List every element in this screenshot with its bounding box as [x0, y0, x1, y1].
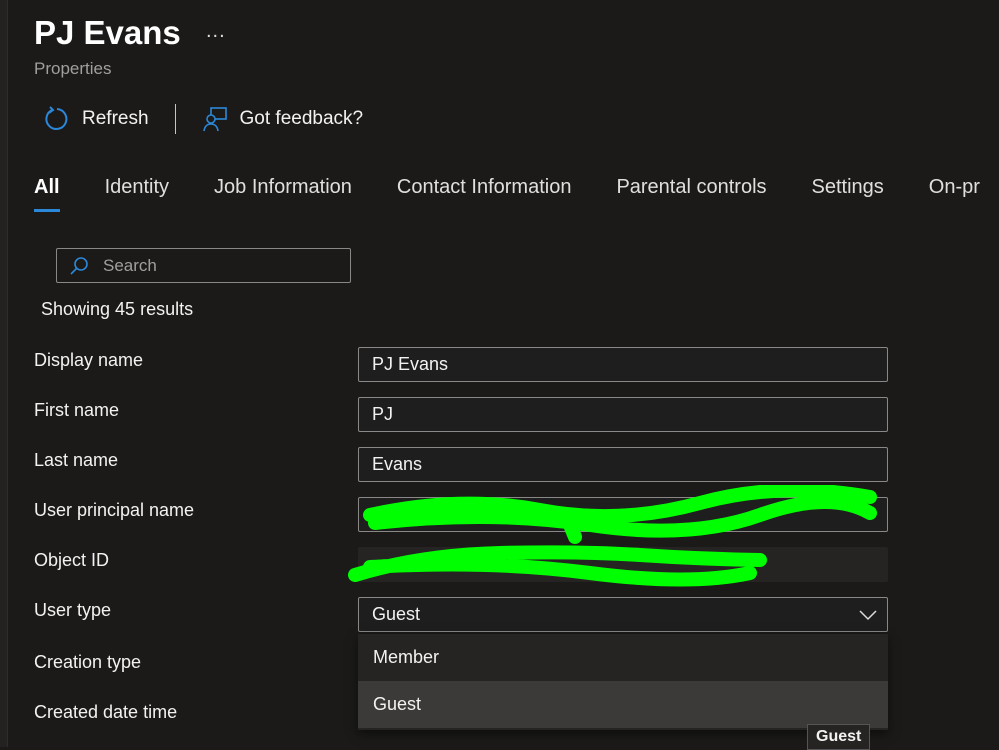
display-name-value: PJ Evans: [372, 354, 449, 374]
last-name-field[interactable]: Evans: [358, 447, 888, 482]
label-user-principal-name: User principal name: [34, 500, 195, 520]
tab-job-information[interactable]: Job Information: [214, 176, 352, 212]
tab-settings[interactable]: Settings: [812, 176, 884, 212]
tab-all[interactable]: All: [34, 176, 60, 212]
user-principal-name-field[interactable]: [358, 497, 888, 532]
chevron-down-icon: [859, 609, 877, 620]
feedback-label: Got feedback?: [239, 108, 364, 129]
user-type-dropdown[interactable]: Guest: [358, 597, 888, 632]
label-display-name: Display name: [34, 350, 144, 370]
label-last-name: Last name: [34, 450, 119, 470]
label-first-name: First name: [34, 400, 120, 420]
refresh-label: Refresh: [82, 108, 149, 129]
refresh-icon: [45, 106, 68, 130]
label-user-type: User type: [34, 600, 112, 620]
search-box[interactable]: [56, 248, 351, 283]
label-created-date-time: Created date time: [34, 702, 178, 722]
search-icon: [70, 256, 88, 275]
last-name-value: Evans: [372, 454, 423, 474]
first-name-field[interactable]: PJ: [358, 397, 888, 432]
user-type-value: Guest: [372, 604, 421, 624]
feedback-button[interactable]: Got feedback?: [202, 106, 364, 132]
page-title: PJ Evans: [34, 14, 181, 51]
tab-on-premises[interactable]: On-pr: [929, 176, 980, 212]
user-type-options: Member Guest: [358, 634, 888, 730]
toolbar: Refresh Got feedback?: [44, 104, 363, 134]
feedback-icon: [202, 107, 227, 132]
toolbar-divider: [174, 104, 176, 134]
display-name-field[interactable]: PJ Evans: [358, 347, 888, 382]
tab-bar: All Identity Job Information Contact Inf…: [34, 176, 999, 212]
refresh-button[interactable]: Refresh: [44, 106, 149, 132]
label-creation-type: Creation type: [34, 652, 142, 672]
search-input[interactable]: [103, 255, 323, 276]
left-panel-edge: [0, 0, 8, 747]
label-object-id: Object ID: [34, 550, 110, 570]
object-id-field: [358, 547, 888, 582]
tab-contact-information[interactable]: Contact Information: [397, 176, 572, 212]
tooltip: Guest: [807, 724, 871, 750]
results-count: Showing 45 results: [41, 299, 194, 319]
page-subtitle: Properties: [34, 59, 112, 78]
option-member[interactable]: Member: [358, 634, 888, 681]
first-name-value: PJ: [372, 404, 394, 424]
option-guest[interactable]: Guest: [358, 681, 888, 728]
tab-parental-controls[interactable]: Parental controls: [616, 176, 766, 212]
tab-identity[interactable]: Identity: [105, 176, 169, 212]
more-options-button[interactable]: ...: [206, 20, 226, 43]
